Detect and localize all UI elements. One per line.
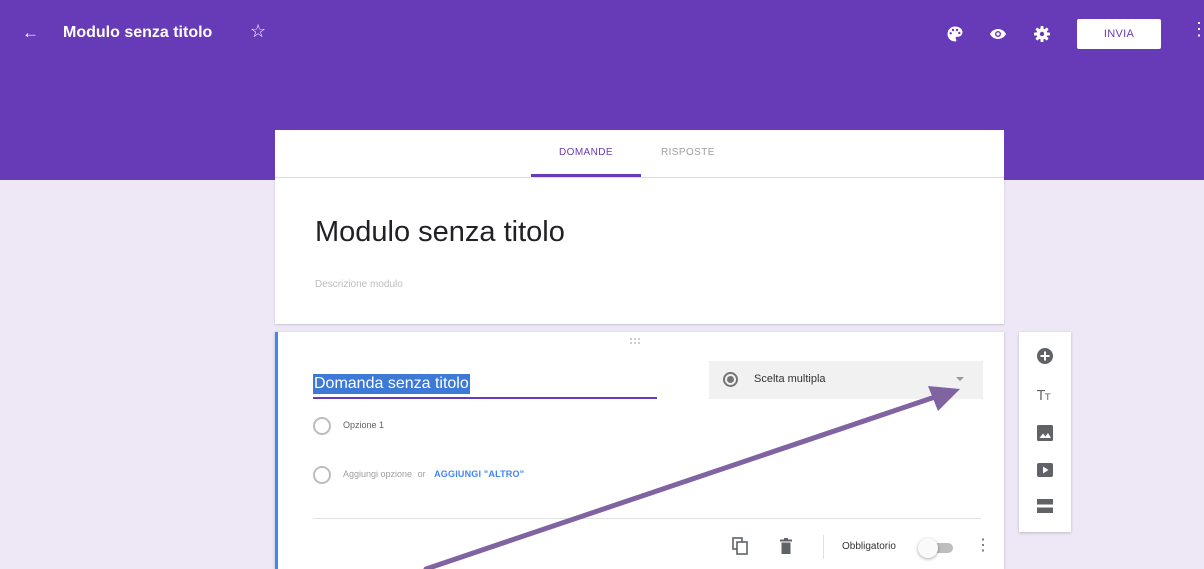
add-option-field[interactable]: Aggiungi opzione — [343, 469, 412, 479]
option-label[interactable]: Opzione 1 — [343, 420, 384, 430]
add-title-icon[interactable]: T T — [1035, 384, 1055, 404]
palette-icon[interactable] — [946, 25, 964, 43]
gear-icon[interactable] — [1033, 25, 1051, 43]
tab-questions[interactable]: DOMANDE — [531, 130, 641, 177]
add-other-button[interactable]: AGGIUNGI "ALTRO" — [434, 469, 524, 479]
vertical-separator — [823, 535, 824, 559]
question-type-label: Scelta multipla — [754, 373, 826, 385]
form-name-header[interactable]: Modulo senza titolo — [63, 24, 212, 42]
back-arrow-icon[interactable]: ← — [22, 24, 39, 41]
or-text: or — [417, 469, 426, 479]
eye-icon[interactable] — [989, 25, 1007, 43]
question-title-text: Domanda senza titolo — [313, 374, 470, 394]
form-title[interactable]: Modulo senza titolo — [315, 215, 565, 249]
svg-text:T: T — [1044, 393, 1051, 403]
question-title-field[interactable]: Domanda senza titolo — [313, 374, 657, 399]
tabs-bar: DOMANDE RISPOSTE — [275, 130, 1004, 178]
divider — [313, 518, 981, 519]
more-vertical-icon[interactable]: ⋮ — [1190, 20, 1204, 38]
more-options-icon[interactable]: ⋮ — [975, 538, 991, 554]
dropdown-caret-icon — [956, 377, 964, 381]
svg-text:T: T — [1036, 389, 1045, 404]
side-toolbar: T T — [1019, 332, 1071, 532]
send-button[interactable]: INVIA — [1077, 19, 1161, 49]
add-option-area: Aggiungi opzione or AGGIUNGI "ALTRO" — [343, 469, 524, 479]
add-question-icon[interactable] — [1035, 346, 1055, 366]
question-card[interactable]: Domanda senza titolo Scelta multipla Opz… — [275, 332, 1004, 569]
radio-selected-icon — [723, 372, 738, 387]
required-toggle-knob[interactable] — [918, 538, 938, 558]
form-header-card: Modulo senza titolo Descrizione modulo — [275, 178, 1004, 324]
form-description-field[interactable]: Descrizione modulo — [315, 279, 403, 290]
radio-empty-icon — [313, 417, 331, 435]
required-label: Obbligatorio — [842, 541, 896, 552]
star-icon[interactable]: ☆ — [250, 22, 266, 40]
add-video-icon[interactable] — [1035, 460, 1055, 480]
tab-responses[interactable]: RISPOSTE — [661, 130, 715, 177]
question-type-dropdown[interactable]: Scelta multipla — [709, 361, 983, 399]
active-indicator — [275, 332, 278, 569]
radio-empty-icon — [313, 466, 331, 484]
add-image-icon[interactable] — [1035, 423, 1055, 443]
duplicate-icon[interactable] — [732, 537, 748, 555]
trash-icon[interactable] — [780, 538, 792, 554]
drag-handle-icon[interactable] — [630, 338, 642, 344]
add-section-icon[interactable] — [1035, 496, 1055, 516]
